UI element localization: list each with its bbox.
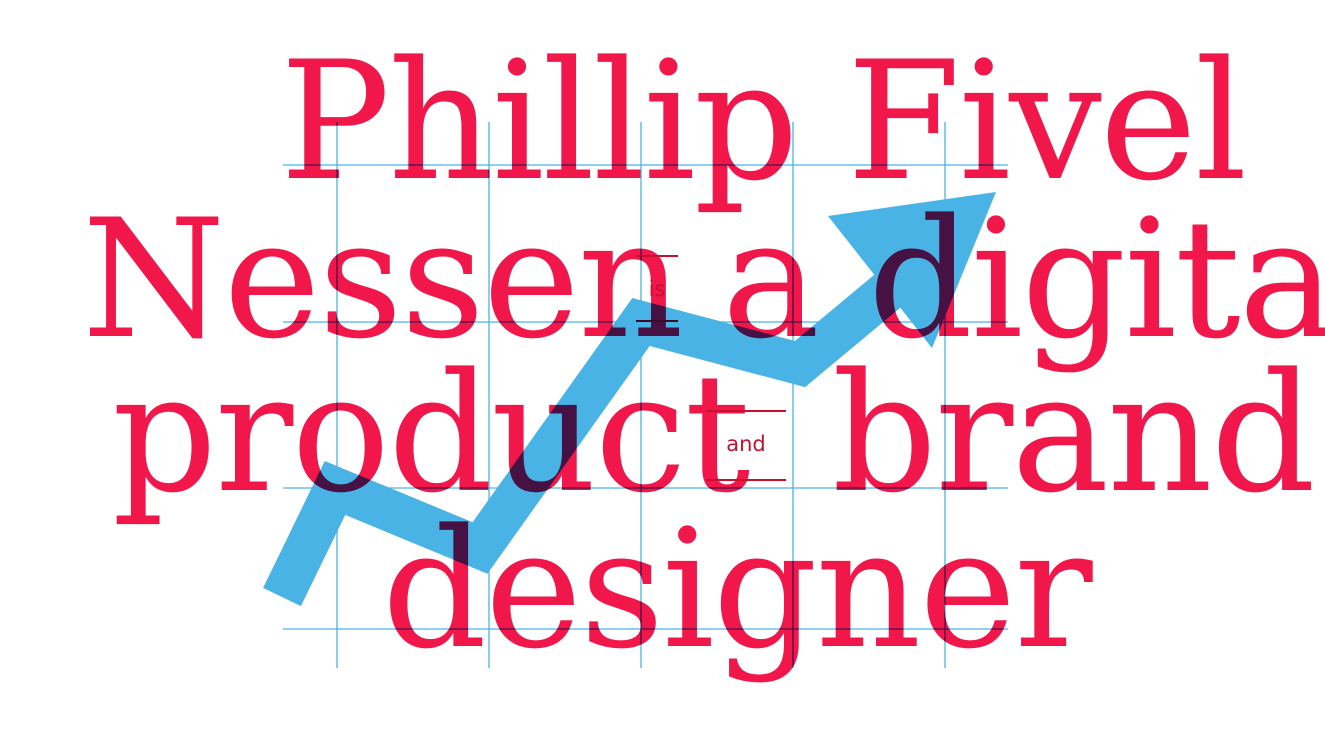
headline-line-3-start: product (112, 338, 750, 529)
connector-rule-bottom (636, 320, 678, 322)
connector-is-label: is (648, 277, 666, 301)
headline: Phillip Fivel Nessen a digital product b… (0, 0, 1325, 743)
headline-line-3-end: brand (832, 338, 1316, 529)
headline-line-4: designer (382, 494, 1093, 685)
connector-rule-bottom (706, 479, 786, 481)
hero-stage: Phillip Fivel Nessen a digital product b… (0, 0, 1325, 743)
connector-rule-top (706, 410, 786, 412)
connector-is: is (636, 255, 678, 322)
connector-and: and (706, 410, 786, 481)
headline-line-1: Phillip Fivel (280, 26, 1247, 217)
connector-and-label: and (726, 432, 766, 456)
connector-rule-top (636, 255, 678, 257)
